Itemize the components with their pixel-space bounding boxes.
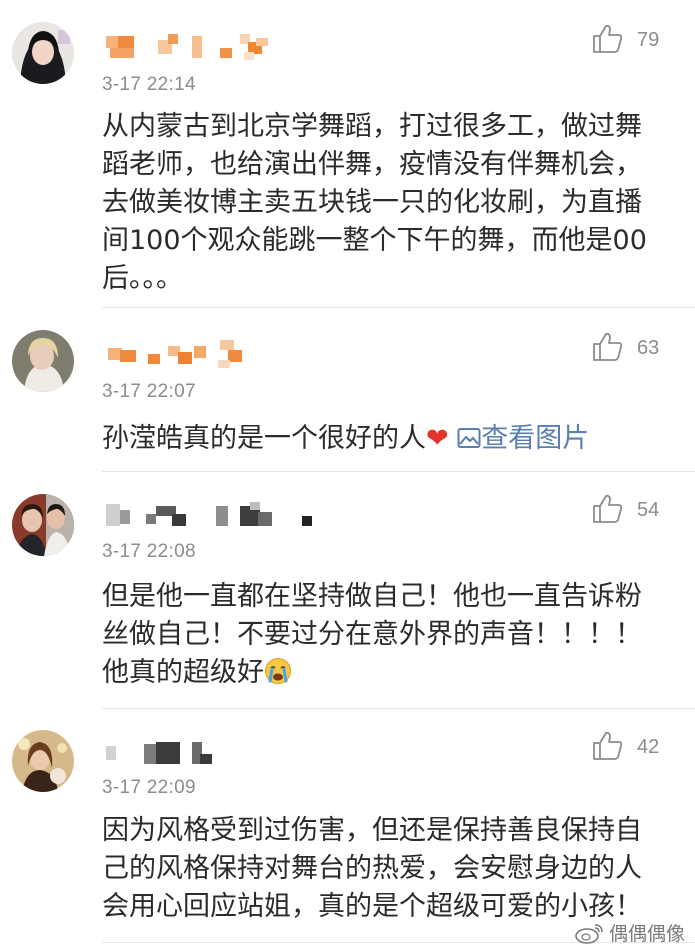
divider <box>102 471 695 472</box>
view-image-label: 查看图片 <box>481 423 590 454</box>
comment-text-body: 但是他一直都在坚持做自己！他也一直告诉粉丝做自己！不要过分在意外界的声音！！！！… <box>102 581 642 688</box>
like-count: 42 <box>637 736 660 758</box>
comment-time: 3-17 22:08 <box>102 541 196 562</box>
weibo-logo-icon <box>575 924 603 944</box>
username-masked[interactable] <box>102 340 262 370</box>
thumbs-up-icon[interactable] <box>592 731 624 761</box>
thumbs-up-icon[interactable] <box>592 24 624 54</box>
username-masked[interactable] <box>102 34 282 64</box>
avatar[interactable] <box>12 22 74 84</box>
avatar[interactable] <box>12 730 74 792</box>
comment-text: 因为风格受到过伤害，但还是保持善良保持自己的风格保持对舞台的热爱，会安慰身边的人… <box>102 815 642 922</box>
comment-time: 3-17 22:14 <box>102 74 196 95</box>
divider <box>102 708 695 709</box>
comment-time: 3-17 22:09 <box>102 777 196 798</box>
crying-face-emoji-icon <box>265 658 291 684</box>
avatar[interactable] <box>12 494 74 556</box>
like-count: 79 <box>637 29 660 51</box>
thumbs-up-icon[interactable] <box>592 494 624 524</box>
like-count: 54 <box>637 499 660 521</box>
heart-emoji-icon: ❤ <box>426 423 449 454</box>
thumbs-up-icon[interactable] <box>592 332 624 362</box>
username-masked[interactable] <box>102 740 232 770</box>
comment-text: 从内蒙古到北京学舞蹈，打过很多工，做过舞蹈老师，也给演出伴舞，疫情没有伴舞机会，… <box>102 111 647 294</box>
watermark-text: 偶偶偶像 <box>608 923 685 945</box>
comment-time: 3-17 22:07 <box>102 381 196 402</box>
image-icon <box>457 428 481 448</box>
comment-text: 孙滢皓真的是一个很好的人❤ 查看图片 <box>102 420 662 458</box>
like-count: 63 <box>637 337 660 359</box>
view-image-link[interactable]: 查看图片 <box>457 423 589 454</box>
comment-text-body: 孙滢皓真的是一个很好的人 <box>102 423 426 454</box>
watermark: 偶偶偶像 <box>575 919 685 946</box>
username-masked[interactable] <box>102 502 322 532</box>
avatar[interactable] <box>12 330 74 392</box>
divider <box>102 307 695 308</box>
comment-text: 但是他一直都在坚持做自己！他也一直告诉粉丝做自己！不要过分在意外界的声音！！！！… <box>102 578 662 692</box>
